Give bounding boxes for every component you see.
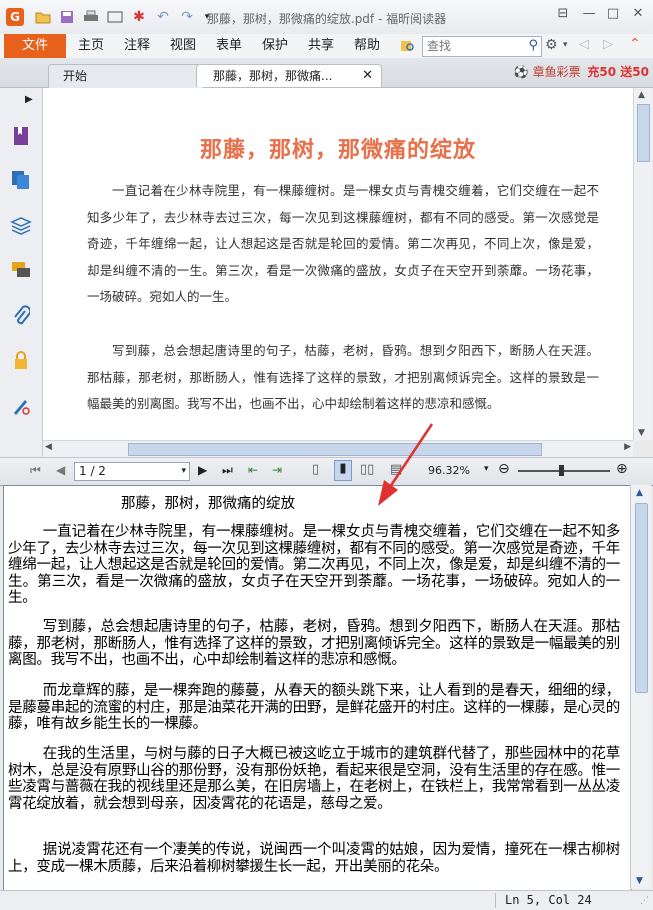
editor-scroll-down-icon[interactable]: ▼ bbox=[636, 876, 643, 886]
editor-paragraph-2: 写到藤，总会想起唐诗里的句子，枯藤，老树，昏鸦。想到夕阳西下，断肠人在天涯。那枯… bbox=[8, 619, 620, 668]
zoom-slider-thumb[interactable] bbox=[559, 465, 564, 476]
zoom-out-icon[interactable]: ⊖ bbox=[498, 461, 510, 477]
pdf-document-title: 那藤，那树，那微痛的绽放 bbox=[199, 137, 476, 163]
pdf-paragraph-2: 写到藤，总会想起唐诗里的句子，枯藤，老树，昏鸦。想到夕阳西下，断肠人在天涯。那枯… bbox=[87, 343, 599, 411]
settings-dropdown-icon[interactable]: ▾ bbox=[563, 40, 568, 50]
menu-bar: 文件 主页 注释 视图 表单 保护 共享 帮助 ⚲ ⚙ ▾ ◁ ▷ ⌃ bbox=[0, 34, 653, 59]
menu-protect[interactable]: 保护 bbox=[262, 34, 288, 58]
close-tab-icon[interactable]: ✕ bbox=[362, 65, 373, 87]
search-field[interactable]: ⚲ bbox=[422, 36, 542, 57]
pdf-page-view[interactable]: 那藤，那树，那微痛的绽放 一直记着在少林寺院里，有一棵藤缠树。是一棵女贞与青槐交… bbox=[43, 88, 633, 440]
left-sidebar: ▶ bbox=[0, 88, 43, 456]
security-lock-icon[interactable] bbox=[9, 348, 33, 372]
skin-icon[interactable]: ⊟ bbox=[552, 6, 574, 24]
annotation-arrow-icon bbox=[378, 423, 434, 506]
menu-home[interactable]: 主页 bbox=[78, 34, 104, 58]
find-tool-icon[interactable] bbox=[400, 39, 416, 53]
ad-label: 章鱼彩票 bbox=[532, 65, 581, 79]
editor-paragraph-4: 在我的生活里，与树与藤的日子大概已被这屹立于城市的建筑群代替了，那些园林中的花草… bbox=[8, 746, 620, 812]
ad-banner[interactable]: ⚽ 章鱼彩票 充50 送50 bbox=[514, 62, 649, 82]
file-menu[interactable]: 文件 bbox=[4, 34, 66, 58]
scroll-left-icon[interactable]: ◀ bbox=[45, 442, 52, 452]
text-editor[interactable]: 那藤，那树，那微痛的绽放 一直记着在少林寺院里，有一棵藤缠树。是一棵女贞与青槐交… bbox=[3, 485, 632, 891]
pdf-horizontal-scrollbar[interactable]: ◀ ▶ bbox=[43, 440, 633, 457]
search-input[interactable] bbox=[423, 37, 523, 54]
tab-start-label: 开始 bbox=[63, 69, 88, 83]
close-button[interactable]: ✕ bbox=[627, 6, 649, 24]
editor-paragraph-3: 而龙章辉的藤，是一棵奔跑的藤蔓，从春天的额头跳下来，让人看到的是春天，细细的绿，… bbox=[8, 683, 620, 732]
cursor-position: Ln 5, Col 24 bbox=[505, 893, 592, 907]
page-navigation-bar: ⏮ ◀ 1 / 2 ▾ ▶ ⏭ ⇤ ⇥ ▯ ▮ ▯▯ ▤ 96.32% ▾ ⊖ … bbox=[0, 457, 653, 486]
editor-vertical-scrollbar[interactable]: ▲ ▼ bbox=[630, 485, 651, 889]
zoom-dropdown-icon[interactable]: ▾ bbox=[484, 464, 489, 474]
document-tab-bar: 开始 那藤，那树，那微痛... ✕ ⚽ 章鱼彩票 充50 送50 bbox=[0, 58, 653, 88]
editor-scroll-up-icon[interactable]: ▲ bbox=[636, 488, 643, 498]
menu-share[interactable]: 共享 bbox=[308, 34, 334, 58]
next-page-icon[interactable]: ▶ bbox=[198, 463, 207, 477]
settings-gear-icon[interactable]: ⚙ bbox=[545, 37, 558, 53]
bookmarks-icon[interactable] bbox=[9, 124, 33, 148]
zoom-slider-track[interactable] bbox=[518, 470, 610, 472]
title-bar: G ✱ ↶ ↷ ▾ 那藤，那树，那微痛的绽放.pdf - 福昕阅读器 ⊟ — □… bbox=[0, 0, 653, 35]
pdf-vertical-scroll-thumb[interactable] bbox=[637, 104, 650, 162]
last-page-icon[interactable]: ⏭ bbox=[222, 463, 233, 478]
signature-icon[interactable] bbox=[9, 394, 33, 418]
search-icon[interactable]: ⚲ bbox=[528, 38, 538, 53]
pdf-paragraph-1: 一直记着在少林寺院里，有一棵藤缠树。是一棵女贞与青槐交缠着，它们交缠在一起不知多… bbox=[87, 183, 599, 304]
zoom-in-icon[interactable]: ⊕ bbox=[616, 461, 628, 477]
collapse-ribbon-icon[interactable]: ⌃ bbox=[629, 36, 641, 52]
tab-document-label: 那藤，那树，那微痛... bbox=[213, 69, 333, 83]
comments-icon[interactable] bbox=[9, 258, 33, 282]
scroll-up-icon[interactable]: ▲ bbox=[638, 90, 645, 100]
pdf-vertical-scrollbar[interactable]: ▲ ▼ bbox=[633, 88, 652, 440]
tab-document[interactable]: 那藤，那树，那微痛... ✕ bbox=[196, 64, 382, 87]
status-divider bbox=[495, 893, 496, 908]
next-view-icon[interactable]: ⇥ bbox=[272, 463, 282, 477]
single-page-icon[interactable]: ▯ bbox=[312, 462, 319, 477]
editor-status-bar: Ln 5, Col 24 ⋰ bbox=[0, 890, 653, 910]
ad-promo: 充50 送50 bbox=[587, 65, 649, 79]
page-number-value: 1 / 2 bbox=[79, 464, 106, 478]
previous-page-icon[interactable]: ◀ bbox=[56, 463, 65, 477]
restore-button[interactable]: □ bbox=[602, 6, 624, 24]
menu-view[interactable]: 视图 bbox=[170, 34, 196, 58]
page-number-select[interactable]: 1 / 2 ▾ bbox=[74, 462, 190, 481]
expand-panel-icon[interactable]: ▶ bbox=[25, 94, 33, 105]
menu-help[interactable]: 帮助 bbox=[354, 34, 380, 58]
scroll-down-icon[interactable]: ▼ bbox=[638, 428, 645, 438]
editor-paragraph-1: 一直记着在少林寺院里，有一棵藤缠树。是一棵女贞与青槐交缠着，它们交缠在一起不知多… bbox=[8, 524, 620, 606]
resize-grip-icon[interactable]: ⋰ bbox=[640, 896, 649, 906]
continuous-page-icon[interactable]: ▮ bbox=[334, 460, 352, 481]
layers-icon[interactable] bbox=[9, 214, 33, 238]
previous-view-icon[interactable]: ⇤ bbox=[248, 463, 258, 477]
editor-paragraph-5: 据说凌霄花还有一个凄美的传说，说闽西一个叫凌霄的姑娘，因为爱情，撞死在一棵古柳树… bbox=[8, 842, 620, 875]
pages-thumbnail-icon[interactable] bbox=[9, 168, 33, 192]
menu-comment[interactable]: 注释 bbox=[124, 34, 150, 58]
forward-icon[interactable]: ▷ bbox=[603, 37, 613, 52]
back-icon[interactable]: ◁ bbox=[579, 37, 589, 52]
first-page-icon[interactable]: ⏮ bbox=[30, 463, 41, 478]
page-dropdown-icon[interactable]: ▾ bbox=[181, 463, 186, 480]
editor-scroll-thumb[interactable] bbox=[635, 503, 648, 693]
scroll-right-icon[interactable]: ▶ bbox=[624, 442, 631, 452]
lottery-ball-icon: ⚽ bbox=[513, 65, 529, 79]
menu-form[interactable]: 表单 bbox=[216, 34, 242, 58]
editor-title-line: 那藤，那树，那微痛的绽放 bbox=[121, 496, 295, 512]
pdf-horizontal-scroll-thumb[interactable] bbox=[128, 443, 542, 456]
minimize-button[interactable]: — bbox=[578, 6, 600, 24]
attachments-icon[interactable] bbox=[9, 304, 33, 328]
tab-start[interactable]: 开始 bbox=[48, 64, 204, 88]
